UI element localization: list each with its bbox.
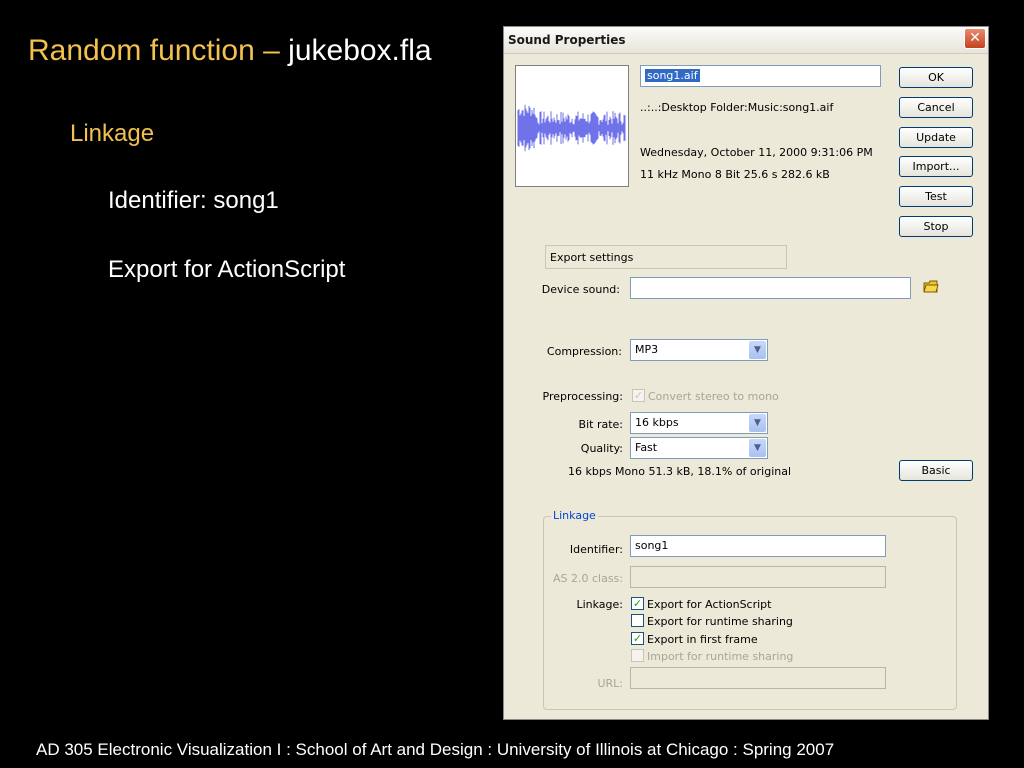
file-path: ..:..:Desktop Folder:Music:song1.aif xyxy=(640,101,834,114)
folder-icon[interactable] xyxy=(923,279,939,295)
bitrate-label: Bit rate: xyxy=(578,418,623,431)
bitrate-select[interactable]: 16 kbps ▼ xyxy=(630,412,768,434)
linkage-options-label: Linkage: xyxy=(576,598,623,611)
convert-stereo-label: Convert stereo to mono xyxy=(648,390,779,403)
slide-title-prefix: Random function – xyxy=(28,34,289,67)
compression-summary: 16 kbps Mono 51.3 kB, 18.1% of original xyxy=(568,465,792,478)
close-button[interactable]: ✕ xyxy=(964,28,986,49)
slide-title: Random function – jukebox.fla xyxy=(28,34,432,68)
test-button[interactable]: Test xyxy=(899,186,973,207)
cancel-button[interactable]: Cancel xyxy=(899,97,973,118)
chevron-down-icon[interactable]: ▼ xyxy=(749,341,766,359)
dialog-titlebar[interactable]: Sound Properties ✕ xyxy=(504,27,988,54)
dialog-title: Sound Properties xyxy=(508,33,626,47)
quality-label: Quality: xyxy=(580,442,623,455)
as2-class-label: AS 2.0 class: xyxy=(552,572,623,585)
compression-value: MP3 xyxy=(635,343,659,356)
chevron-down-icon[interactable]: ▼ xyxy=(749,414,766,432)
filename-field[interactable]: song1.aif xyxy=(640,65,881,87)
export-actionscript-checkbox[interactable]: ✓ xyxy=(631,597,644,610)
file-date: Wednesday, October 11, 2000 9:31:06 PM xyxy=(640,146,873,159)
slide-footer: AD 305 Electronic Visualization I : Scho… xyxy=(36,740,835,759)
linkage-legend: Linkage xyxy=(551,509,598,522)
update-button[interactable]: Update xyxy=(899,127,973,148)
device-sound-label: Device sound: xyxy=(541,283,620,296)
export-first-frame-checkbox[interactable]: ✓ xyxy=(631,632,644,645)
quality-value: Fast xyxy=(635,441,658,454)
close-icon: ✕ xyxy=(969,30,981,46)
import-button[interactable]: Import... xyxy=(899,156,973,177)
identifier-input[interactable]: song1 xyxy=(630,535,886,557)
compression-label: Compression: xyxy=(546,345,622,358)
slide-bullet-export: Export for ActionScript xyxy=(108,256,346,283)
compression-select[interactable]: MP3 ▼ xyxy=(630,339,768,361)
basic-button[interactable]: Basic xyxy=(899,460,973,481)
sound-properties-dialog: Sound Properties ✕ song1.aif ..:..:Deskt… xyxy=(503,26,989,720)
file-format: 11 kHz Mono 8 Bit 25.6 s 282.6 kB xyxy=(640,168,830,181)
waveform-preview xyxy=(515,65,629,187)
ok-button[interactable]: OK xyxy=(899,67,973,88)
export-settings-heading: Export settings xyxy=(545,245,787,269)
import-runtime-sharing-checkbox xyxy=(631,649,644,662)
preprocessing-label: Preprocessing: xyxy=(542,390,623,403)
export-runtime-sharing-checkbox[interactable] xyxy=(631,614,644,627)
import-runtime-sharing-label: Import for runtime sharing xyxy=(647,650,794,663)
quality-select[interactable]: Fast ▼ xyxy=(630,437,768,459)
identifier-label: Identifier: xyxy=(569,543,623,556)
waveform-icon xyxy=(517,104,626,152)
filename-value: song1.aif xyxy=(645,69,700,82)
convert-stereo-checkbox: ✓ xyxy=(632,389,645,402)
bitrate-value: 16 kbps xyxy=(635,416,679,429)
url-input xyxy=(630,667,886,689)
export-runtime-sharing-label: Export for runtime sharing xyxy=(647,615,793,628)
slide-subheading: Linkage xyxy=(70,120,155,147)
slide-bullet-identifier: Identifier: song1 xyxy=(108,187,279,214)
as2-class-input xyxy=(630,566,886,588)
stop-button[interactable]: Stop xyxy=(899,216,973,237)
url-label: URL: xyxy=(597,677,623,690)
chevron-down-icon[interactable]: ▼ xyxy=(749,439,766,457)
export-actionscript-label: Export for ActionScript xyxy=(647,598,772,611)
device-sound-input[interactable] xyxy=(630,277,911,299)
export-first-frame-label: Export in first frame xyxy=(647,633,758,646)
slide-title-file: jukebox.fla xyxy=(288,34,432,67)
